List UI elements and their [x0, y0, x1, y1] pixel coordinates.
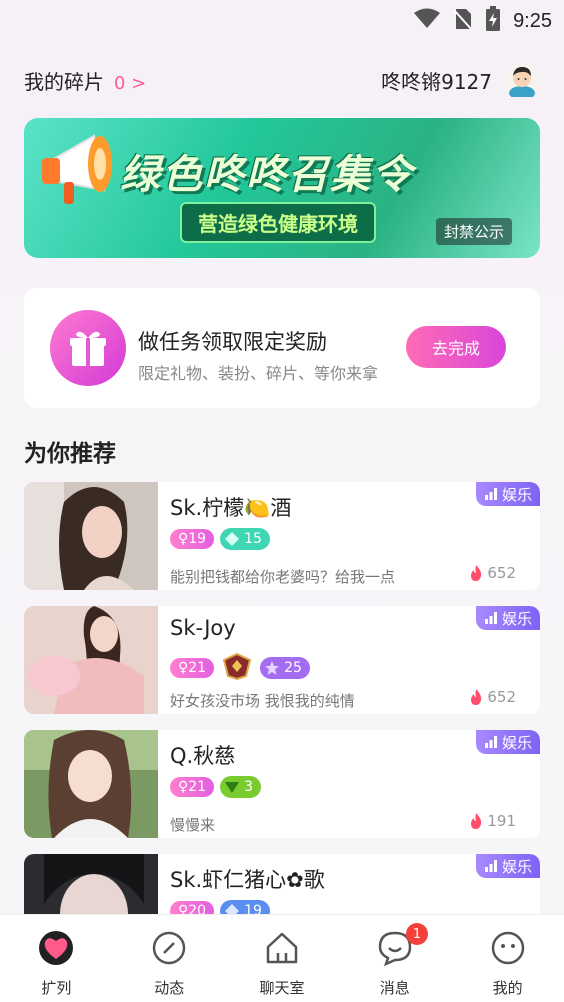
- level-value: 3: [244, 779, 253, 795]
- heart-icon: [37, 929, 75, 971]
- avatar[interactable]: [504, 62, 540, 98]
- user-name: Sk.柠檬🍋酒: [170, 496, 292, 520]
- gender-age-badge: ♀19: [170, 529, 215, 549]
- level-value: 25: [284, 660, 302, 676]
- banner-title: 绿色咚咚召集令: [120, 152, 414, 198]
- nav-item-dongtai[interactable]: 动态: [113, 915, 226, 1002]
- category-tag: 娱乐: [475, 854, 540, 878]
- rank-emblem-icon: [220, 652, 254, 684]
- flame-icon: [471, 565, 482, 581]
- category-label: 娱乐: [501, 485, 532, 504]
- user-photo: [24, 730, 158, 838]
- battery-charging-icon: [485, 6, 501, 36]
- unread-badge: 1: [406, 923, 429, 945]
- user-profile-entry[interactable]: 咚咚锵9127: [381, 62, 540, 98]
- task-card: 做任务领取限定奖励 限定礼物、装扮、碎片、等你来拿 去完成: [24, 288, 540, 408]
- list-item[interactable]: Sk-Joy ♀21 25 好女孩没市场 我恨我的纯情 652 娱乐: [24, 606, 540, 714]
- username: 咚咚锵9127: [381, 69, 492, 94]
- nav-label: 我的: [492, 979, 523, 997]
- house-icon: [263, 929, 301, 971]
- level-badge: 15: [220, 528, 270, 550]
- category-label: 娱乐: [501, 609, 532, 628]
- fragments-label: 我的碎片: [24, 69, 104, 94]
- signal-bars-icon: [484, 612, 497, 624]
- banner-subtitle: 营造绿色健康环境: [180, 202, 376, 243]
- signal-bars-icon: [484, 860, 497, 872]
- category-label: 娱乐: [501, 733, 532, 752]
- level-badge: 3: [220, 776, 261, 798]
- flame-icon: [471, 813, 482, 829]
- compass-icon: [150, 929, 188, 971]
- task-title: 做任务领取限定奖励: [138, 330, 327, 354]
- user-name: Q.秋慈: [170, 744, 236, 768]
- user-photo: [24, 482, 158, 590]
- heat-count: 191: [469, 812, 516, 830]
- gender-age-badge: ♀21: [170, 777, 215, 797]
- no-sim-icon: [453, 7, 473, 35]
- category-label: 娱乐: [501, 857, 532, 876]
- event-banner[interactable]: 绿色咚咚召集令 营造绿色健康环境 封禁公示: [24, 118, 540, 258]
- heat-value: 652: [487, 688, 516, 706]
- list-item[interactable]: Q.秋慈 ♀21 3 慢慢来 191 娱乐: [24, 730, 540, 838]
- nav-label: 扩列: [41, 979, 72, 997]
- diamond-icon: [225, 532, 240, 546]
- user-signature: 好女孩没市场 我恨我的纯情: [170, 692, 355, 710]
- face-icon: [489, 929, 527, 971]
- section-title: 为你推荐: [24, 441, 116, 467]
- category-tag: 娱乐: [475, 606, 540, 630]
- category-tag: 娱乐: [475, 482, 540, 506]
- level-badge: 25: [260, 657, 310, 679]
- user-photo: [24, 606, 158, 714]
- task-subtitle: 限定礼物、装扮、碎片、等你来拿: [138, 364, 379, 383]
- signal-bars-icon: [484, 488, 497, 500]
- level-value: 15: [244, 531, 262, 547]
- gender-age-badge: ♀21: [170, 658, 215, 678]
- nav-item-messages[interactable]: 1 消息: [338, 915, 451, 1002]
- heat-value: 191: [487, 812, 516, 830]
- user-name: Sk-Joy: [170, 616, 236, 640]
- gift-icon: [50, 310, 126, 386]
- user-signature: 能别把钱都给你老婆吗？给我一点: [170, 568, 396, 586]
- user-signature: 慢慢来: [170, 816, 216, 834]
- wifi-icon: [413, 8, 441, 34]
- ban-notice-button[interactable]: 封禁公示: [435, 218, 512, 245]
- status-bar: 9:25: [0, 0, 564, 40]
- heat-count: 652: [469, 688, 516, 706]
- star-icon: [265, 661, 280, 675]
- header: 我的碎片 0 > 咚咚锵9127: [24, 60, 540, 100]
- nav-label: 聊天室: [259, 979, 305, 997]
- nav-item-chatroom[interactable]: 聊天室: [226, 915, 339, 1002]
- bottom-nav: 扩列 动态 聊天室 1 消息 我的: [0, 914, 564, 1002]
- status-time: 9:25: [513, 9, 552, 32]
- fragments-count: 0 >: [114, 72, 147, 94]
- user-name: Sk.虾仁猪心✿歌: [170, 868, 325, 892]
- my-fragments-link[interactable]: 我的碎片 0 >: [24, 66, 146, 95]
- triangle-gem-icon: [225, 782, 240, 793]
- go-complete-button[interactable]: 去完成: [406, 326, 506, 368]
- megaphone-icon: [34, 126, 130, 220]
- category-tag: 娱乐: [475, 730, 540, 754]
- nav-label: 动态: [154, 979, 185, 997]
- signal-bars-icon: [484, 736, 497, 748]
- flame-icon: [471, 689, 482, 705]
- heat-count: 652: [469, 564, 516, 582]
- nav-item-kuolie[interactable]: 扩列: [0, 915, 113, 1002]
- recommendation-list: Sk.柠檬🍋酒 ♀19 15 能别把钱都给你老婆吗？给我一点 652 娱乐 Sk…: [24, 482, 540, 978]
- nav-item-mine[interactable]: 我的: [451, 915, 564, 1002]
- list-item[interactable]: Sk.柠檬🍋酒 ♀19 15 能别把钱都给你老婆吗？给我一点 652 娱乐: [24, 482, 540, 590]
- heat-value: 652: [487, 564, 516, 582]
- nav-label: 消息: [379, 979, 410, 997]
